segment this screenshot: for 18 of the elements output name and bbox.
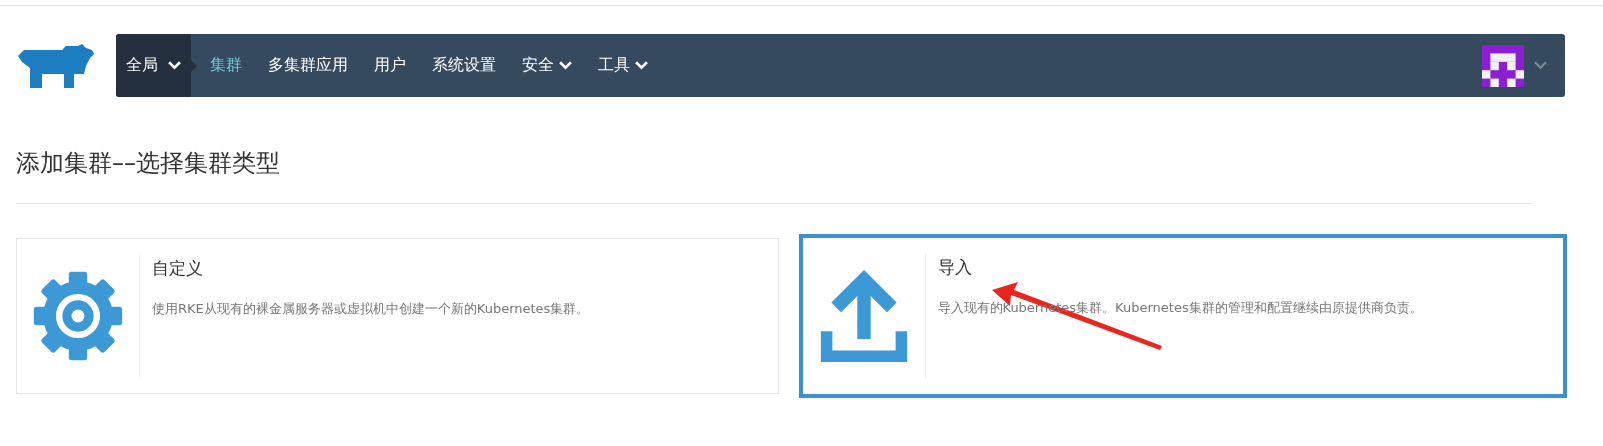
card-title: 自定义	[152, 257, 204, 280]
nav-link[interactable]: 安全	[509, 55, 585, 76]
gear-icon	[32, 270, 124, 362]
nav-link[interactable]: 工具	[585, 55, 661, 76]
nav-link[interactable]: 多集群应用	[255, 55, 361, 76]
chevron-down-icon	[635, 61, 648, 70]
nav-link[interactable]: 集群	[197, 55, 255, 76]
nav-link[interactable]: 用户	[361, 55, 419, 76]
chevron-down-icon	[168, 61, 181, 70]
nav-link[interactable]: 系统设置	[419, 55, 509, 76]
chevron-down-icon[interactable]	[1534, 61, 1547, 70]
cluster-type-card[interactable]: 自定义 使用RKE从现有的裸金属服务器或虚拟机中创建一个新的Kubernetes集群。	[16, 238, 779, 394]
scope-menu[interactable]: 全局	[116, 34, 191, 97]
chevron-down-icon	[559, 61, 572, 70]
card-description: 使用RKE从现有的裸金属服务器或虚拟机中创建一个新的Kubernetes集群。	[152, 300, 590, 318]
avatar-icon[interactable]	[1482, 44, 1524, 87]
page-title: 添加集群––选择集群类型	[16, 148, 281, 179]
card-title: 导入	[937, 256, 973, 279]
